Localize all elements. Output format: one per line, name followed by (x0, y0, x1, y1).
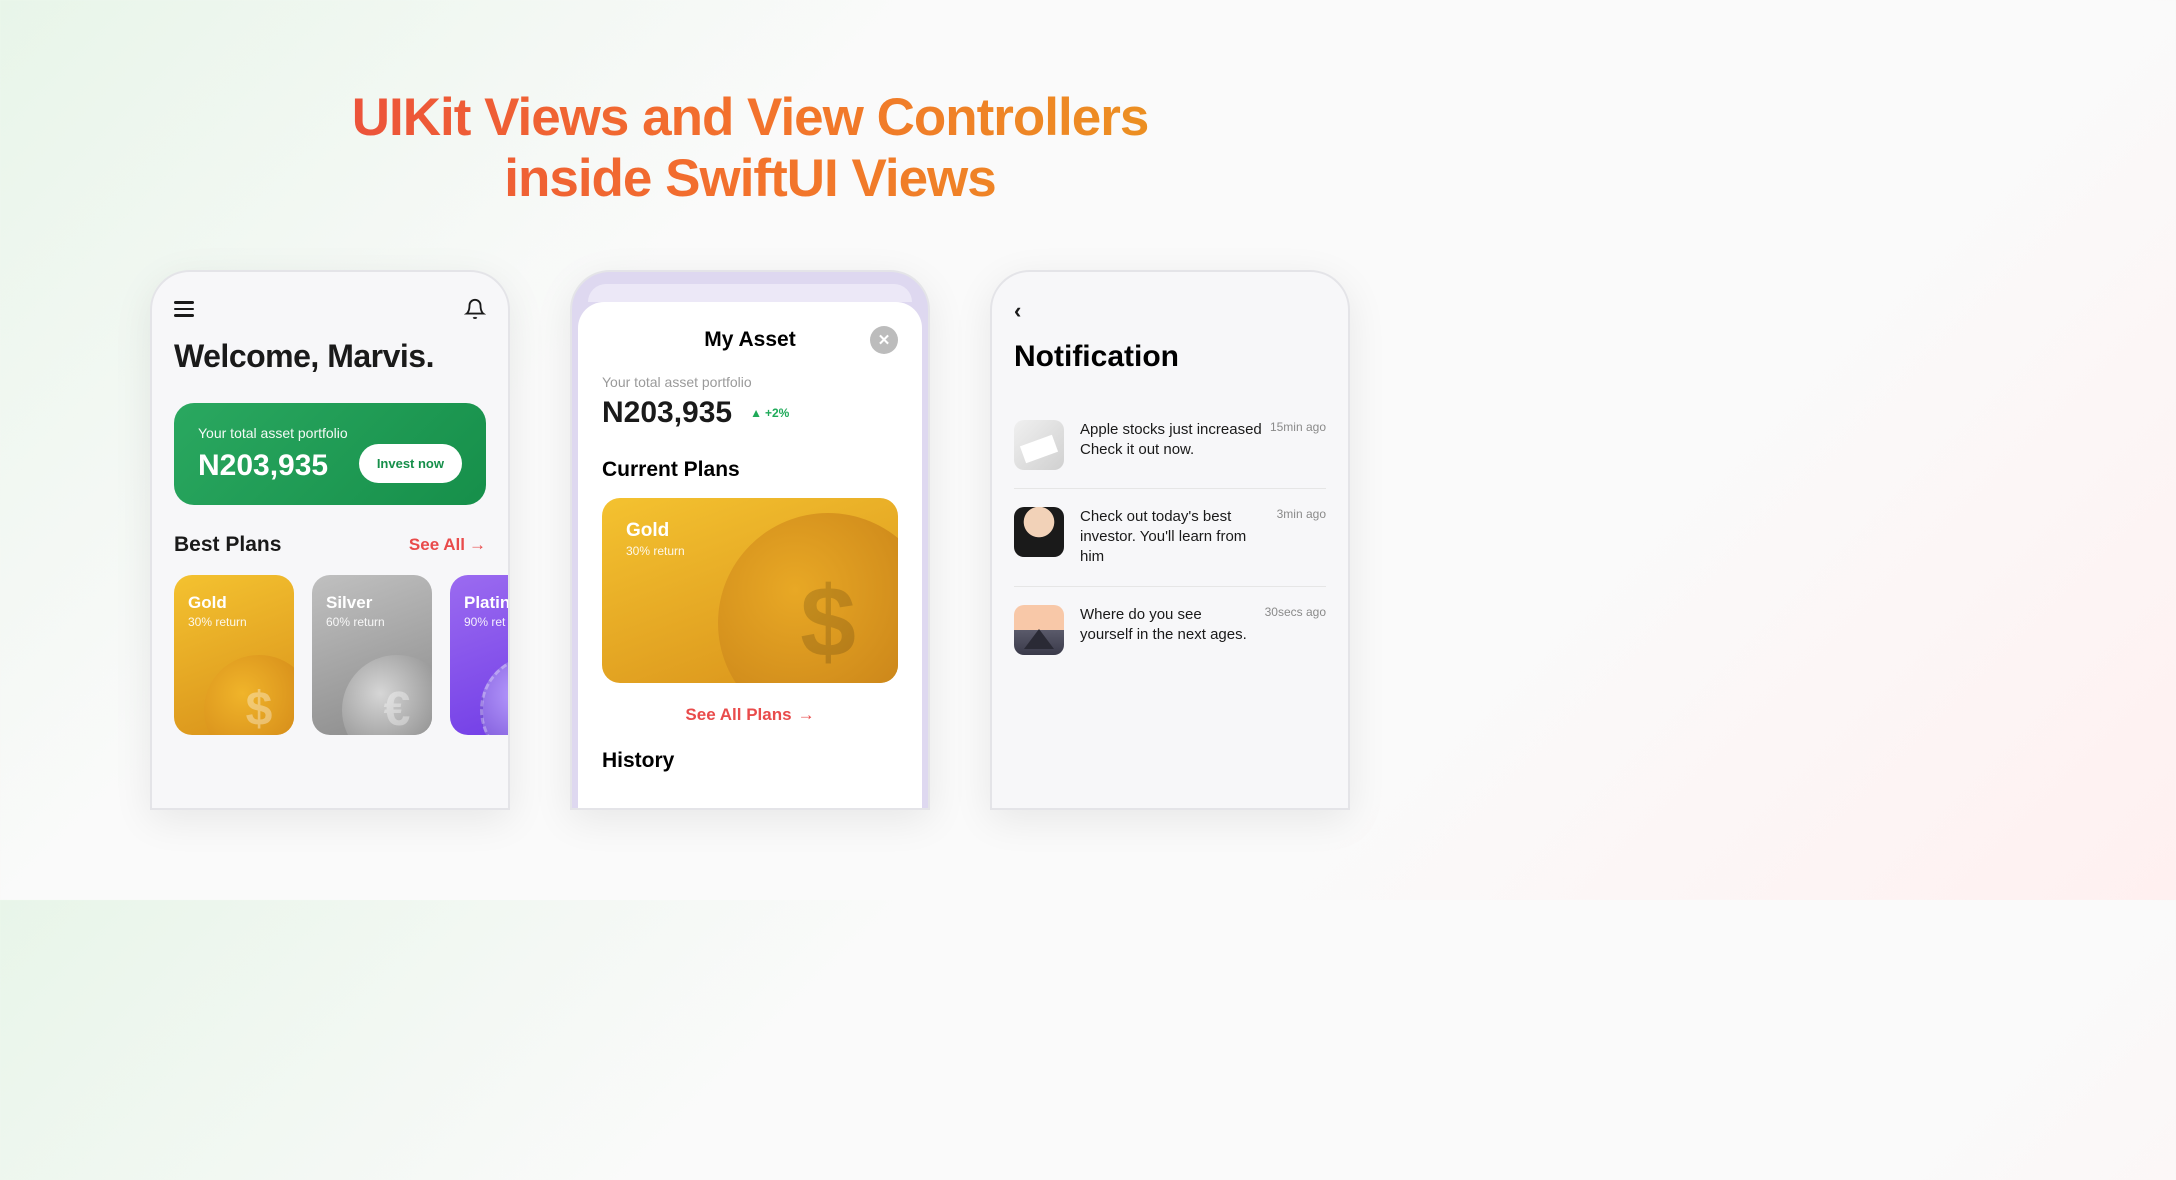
notification-bell-icon[interactable] (464, 298, 486, 320)
hero-line1: UIKit Views and View Controllers (0, 88, 1500, 149)
current-plans-title: Current Plans (602, 458, 898, 482)
notification-item[interactable]: Check out today's best investor. You'll … (1014, 489, 1326, 587)
notification-text: Where do you see yourself in the next ag… (1080, 605, 1257, 646)
notification-text: Check out today's best investor. You'll … (1080, 507, 1269, 568)
see-all-label: See All (409, 535, 465, 555)
plan-return: 60% return (326, 615, 418, 629)
portfolio-amount: N203,935 (198, 449, 348, 483)
invest-button[interactable]: Invest now (359, 444, 462, 483)
plan-card-gold-large[interactable]: Gold 30% return $ (602, 498, 898, 683)
plan-name: Platin (464, 593, 510, 613)
notification-item[interactable]: Where do you see yourself in the next ag… (1014, 587, 1326, 673)
plans-row: Gold 30% return $ Silver 60% return € Pl… (174, 575, 486, 735)
close-icon[interactable]: ✕ (870, 326, 898, 354)
avatar-stocks (1014, 420, 1064, 470)
notification-time: 15min ago (1270, 420, 1326, 434)
phone-asset: My Asset ✕ Your total asset portfolio N2… (570, 270, 930, 810)
menu-icon[interactable] (174, 301, 194, 317)
history-title: History (602, 749, 898, 773)
plan-card-gold[interactable]: Gold 30% return $ (174, 575, 294, 735)
avatar-person (1014, 507, 1064, 557)
phone-home: Welcome, Marvis. Your total asset portfo… (150, 270, 510, 810)
notification-item[interactable]: Apple stocks just increased Check it out… (1014, 402, 1326, 489)
see-all-plans-link[interactable]: See All Plans → (602, 705, 898, 725)
asset-change-value: +2% (765, 406, 789, 420)
asset-change: ▲ +2% (750, 406, 789, 420)
arrow-right-icon: → (469, 535, 486, 555)
portfolio-label: Your total asset portfolio (198, 425, 348, 441)
coin-icon: € (342, 655, 432, 735)
notification-time: 30secs ago (1265, 605, 1326, 619)
plan-card-silver[interactable]: Silver 60% return € (312, 575, 432, 735)
see-all-link[interactable]: See All → (409, 535, 486, 555)
sheet-title: My Asset (704, 328, 795, 352)
plan-name: Silver (326, 593, 418, 613)
arrow-right-icon: → (798, 705, 815, 725)
plan-card-platinum[interactable]: Platin 90% ret (450, 575, 510, 735)
back-icon[interactable]: ‹ (1014, 298, 1038, 324)
hero-title: UIKit Views and View Controllers inside … (0, 88, 1500, 210)
arrow-up-icon: ▲ (750, 406, 762, 420)
notification-text: Apple stocks just increased Check it out… (1080, 420, 1262, 461)
plan-return: 30% return (188, 615, 280, 629)
best-plans-title: Best Plans (174, 533, 281, 557)
asset-amount: N203,935 (602, 396, 732, 430)
avatar-mountain (1014, 605, 1064, 655)
welcome-heading: Welcome, Marvis. (174, 338, 486, 375)
see-all-plans-label: See All Plans (685, 705, 791, 725)
sheet-backdrop (588, 284, 912, 302)
asset-label: Your total asset portfolio (602, 374, 898, 390)
hero-line2: inside SwiftUI Views (0, 149, 1500, 210)
plan-name: Gold (188, 593, 280, 613)
notification-time: 3min ago (1277, 507, 1326, 521)
coin-icon: $ (204, 655, 294, 735)
portfolio-card: Your total asset portfolio N203,935 Inve… (174, 403, 486, 505)
asset-sheet: My Asset ✕ Your total asset portfolio N2… (578, 302, 922, 810)
plan-return: 90% ret (464, 615, 510, 629)
coin-icon (480, 655, 510, 735)
phone-notifications: ‹ Notification Apple stocks just increas… (990, 270, 1350, 810)
notification-title: Notification (1014, 340, 1326, 374)
